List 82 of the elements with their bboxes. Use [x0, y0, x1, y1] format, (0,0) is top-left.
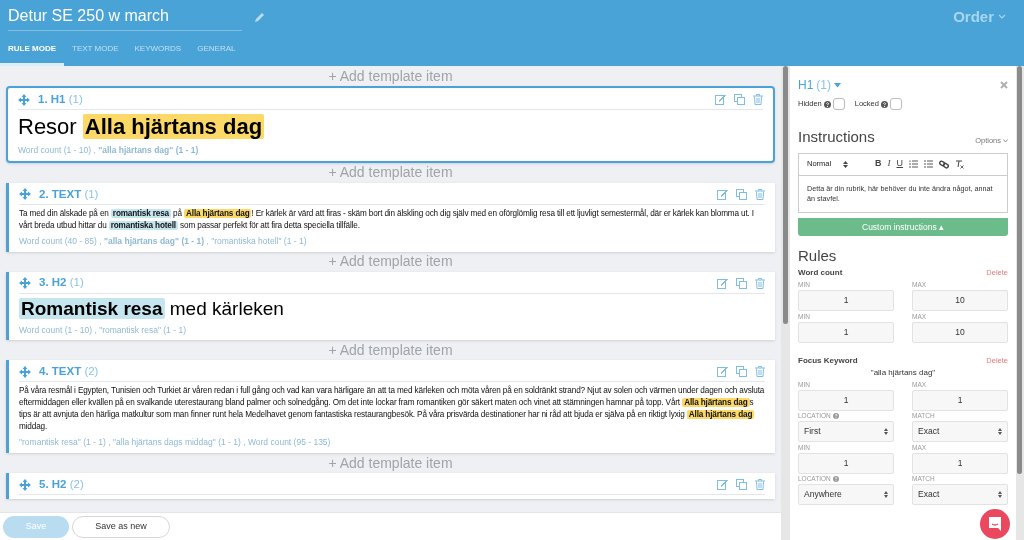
trash-icon[interactable]: [755, 188, 765, 200]
keyword-text: "alla hjärtans dag": [869, 367, 937, 379]
section-heading: Rules: [798, 245, 838, 266]
rule-summary: Word count (1 - 10) , "romantisk resa" (1 - 1): [19, 323, 187, 337]
edit-icon[interactable]: [717, 366, 728, 378]
trash-icon[interactable]: [755, 366, 765, 378]
format-button[interactable]: U: [896, 157, 903, 171]
select-field[interactable]: First: [798, 421, 894, 442]
select-field[interactable]: Exact: [912, 421, 1008, 442]
paragraph-text: På våra resmål i Egypten, Tunisien och Turkiet är våren redan i full gång och vad kan vara härligare än att ta med kärleken och möta våren på en soldränkt strand? Njut av solen och värmen under dagen och avsluta eftermiddagen eller kvällen på en svalkande uterestaurang bland palmer och solnedgång. Om det inte lockar fram romantiken gör säkert maten och vinet att stämningen hamnar på topp. Vårt Alla hjärtans dag s tips är att avnjuta den härliga matkultur som man finner runt hela Medelhavet genom fantastiska restaurangbesök. På våra prisvärda destinationer har ni råd att bjuda er själva på en riktigt lyxig Alla hjärtans dag middag.: [19, 385, 765, 434]
up-down-icon: [843, 160, 849, 168]
move-icon[interactable]: [19, 478, 31, 491]
move-icon[interactable]: [19, 277, 31, 289]
edit-icon[interactable]: [715, 94, 726, 105]
up-down-icon: [884, 491, 888, 498]
bullet-list-icon[interactable]: [924, 160, 933, 168]
rule-summary: Word count (40 - 85) , "alla hjärtans dag" (1 - 1) , "romantiska hotell" (1 - 1): [19, 234, 308, 248]
help-icon: [832, 476, 839, 482]
template-item-card[interactable]: [6, 360, 775, 453]
checkbox[interactable]: [889, 98, 902, 110]
help-icon: [832, 413, 839, 419]
rule-summary: Word count (1 - 10) , "alla hjärtans dag" (1 - 1): [18, 144, 200, 157]
select-field[interactable]: Anywhere: [798, 484, 894, 505]
up-down-icon: [998, 428, 1002, 435]
template-item-card[interactable]: 1. H1 (1) Resor Alla hjärtans dag Word count (1 - 10) , "alla hjärtans dag" (1 - 1): [6, 86, 775, 163]
clear-format-icon[interactable]: [955, 159, 964, 169]
number-field[interactable]: 1: [798, 390, 894, 411]
chevron-down-icon: [1003, 138, 1008, 143]
paragraph-text: Ta med din älskade på en romantisk resa på Alla hjärtans dag ! Er kärlek är värd att firas - skäm bort din älskling och dig själv med en oförglömlig resa till ett ljuvligt semestermål, där er kärlek kan blomma ut. I vårt breda utbud hittar du romantiska hotell som passar perfekt för att fira detta speciella tillfälle.: [19, 207, 755, 232]
copy-icon[interactable]: [736, 188, 747, 200]
format-button[interactable]: B: [875, 157, 882, 171]
pencil-icon[interactable]: [254, 11, 266, 23]
edit-icon[interactable]: [717, 277, 728, 289]
template-item-card[interactable]: 3. H2 (1) Romantisk resa med kärleken Word count (1 - 10) , "romantisk resa" (1 - 1): [6, 271, 775, 341]
number-field[interactable]: 1: [798, 290, 894, 311]
trash-icon[interactable]: [755, 277, 765, 289]
link-icon[interactable]: [939, 159, 949, 169]
save-as-new-button[interactable]: Save as new: [72, 515, 170, 538]
item-title: 3. H2 (1): [39, 275, 84, 291]
move-icon[interactable]: [19, 365, 31, 378]
checkbox[interactable]: [832, 98, 845, 110]
item-title: 2. TEXT (1): [39, 186, 99, 202]
trash-icon[interactable]: [753, 94, 763, 105]
up-down-icon: [998, 491, 1002, 498]
copy-icon[interactable]: [734, 94, 745, 105]
select-field[interactable]: Exact: [912, 484, 1008, 505]
number-field[interactable]: 1: [798, 453, 894, 474]
scrollbar[interactable]: [1016, 66, 1024, 540]
rule-name: Word count: [798, 267, 843, 279]
copy-icon[interactable]: [736, 277, 747, 289]
number-field[interactable]: 1: [912, 453, 1008, 474]
edit-icon[interactable]: [717, 188, 728, 200]
up-down-icon: [884, 428, 888, 435]
item-title: 1. H1 (1): [38, 91, 83, 107]
close-icon[interactable]: [1000, 81, 1008, 89]
section-heading: Instructions: [798, 127, 875, 147]
number-field[interactable]: 1: [912, 390, 1008, 411]
item-title: 5. H2 (2): [39, 476, 84, 492]
number-field[interactable]: 10: [912, 322, 1008, 343]
caret-icon: [834, 82, 841, 88]
rule-name: Focus Keyword: [798, 355, 858, 367]
number-field[interactable]: 10: [912, 290, 1008, 311]
scrollbar[interactable]: [781, 66, 790, 540]
copy-icon[interactable]: [736, 366, 747, 378]
help-icon: [880, 100, 888, 108]
chevron-down-icon: [998, 14, 1006, 20]
rule-summary: "romantisk resa" (1 - 1) , "alla hjärtans dags middag" (1 - 1) , Word count (95 - 135): [19, 436, 332, 449]
format-button[interactable]: I: [887, 157, 891, 171]
document-title: Detur SE 250 w march: [8, 6, 169, 24]
number-field[interactable]: 1: [798, 322, 894, 343]
ordered-list-icon[interactable]: [909, 160, 918, 168]
heading-text: Romantisk resa med kärleken: [19, 296, 285, 321]
move-icon[interactable]: [19, 188, 31, 201]
help-icon: [823, 100, 831, 108]
copy-icon[interactable]: [736, 479, 747, 490]
trash-icon[interactable]: [755, 479, 765, 490]
chat-icon: [987, 516, 1003, 532]
edit-icon[interactable]: [717, 479, 728, 490]
template-item-card[interactable]: [6, 182, 775, 252]
move-icon[interactable]: [18, 93, 30, 106]
item-title: 4. TEXT (2): [39, 364, 99, 380]
heading-text: Resor Alla hjärtans dag: [18, 113, 266, 141]
